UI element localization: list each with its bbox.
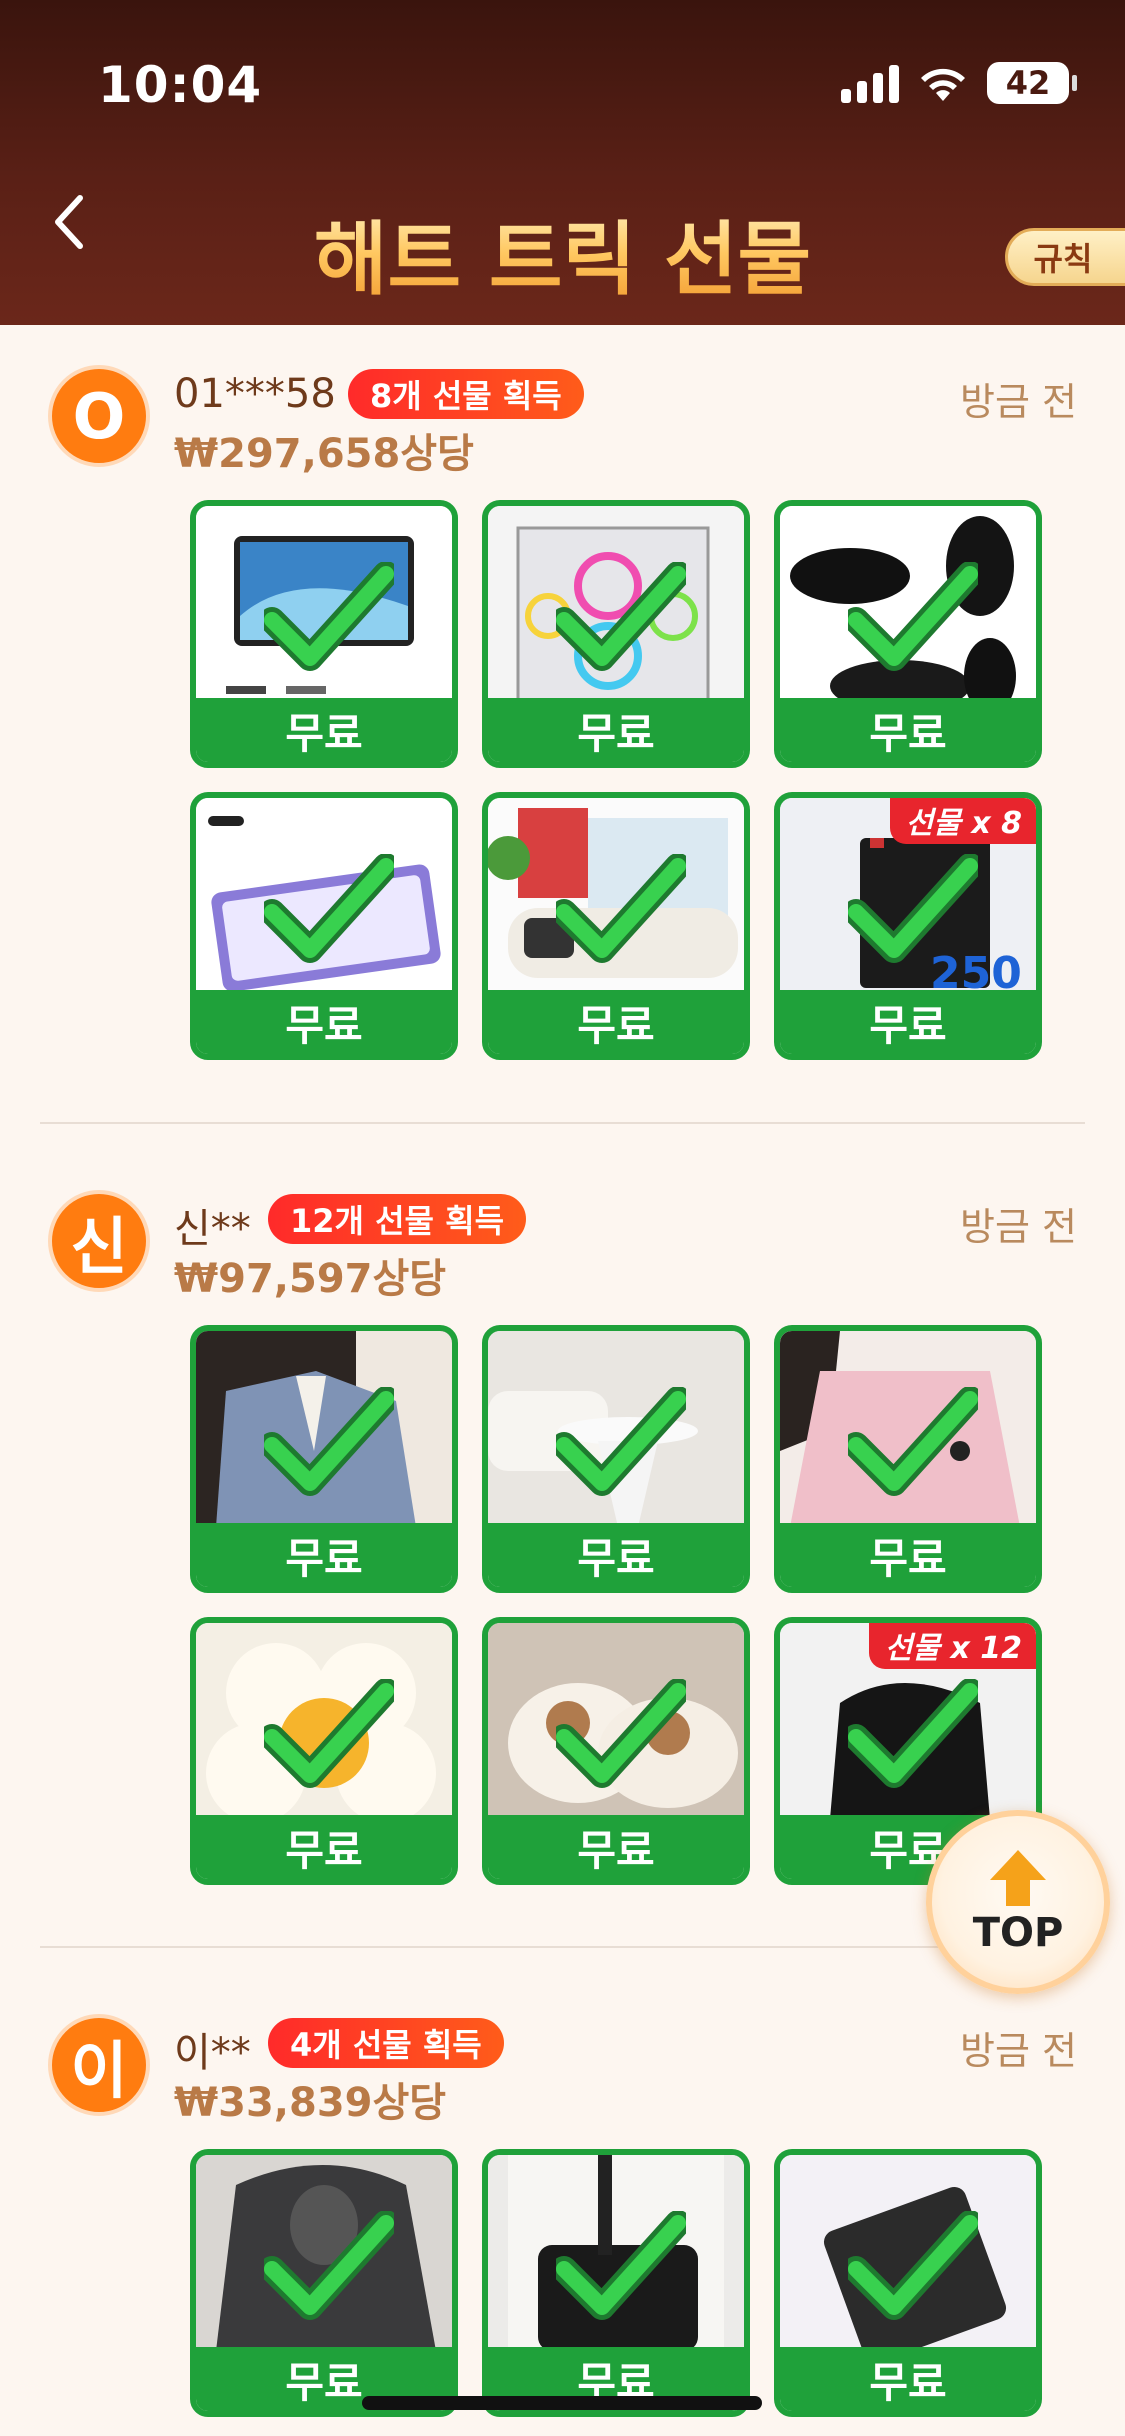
gift-value: ₩33,839상당 <box>174 2080 447 2126</box>
check-icon <box>848 2211 978 2320</box>
free-label: 무료 <box>196 1523 452 1587</box>
check-icon <box>848 1387 978 1496</box>
cellular-signal-icon <box>841 63 899 103</box>
gift-card-hoodie-blanket[interactable]: 무료 <box>190 2149 458 2417</box>
gift-card-ssd[interactable]: 250 선물 x 8 무료 <box>774 792 1042 1060</box>
gift-card-side-table[interactable]: 무료 <box>482 1325 750 1593</box>
check-icon <box>264 1679 394 1788</box>
gift-multiplier-tag: 선물 x 8 <box>889 798 1036 844</box>
timestamp: 방금 전 <box>960 1205 1077 1249</box>
gift-count-badge: 8개 선물 획득 <box>348 369 584 419</box>
check-icon <box>264 854 394 963</box>
check-icon <box>556 1387 686 1496</box>
free-label: 무료 <box>488 698 744 762</box>
free-label: 무료 <box>196 1815 452 1879</box>
gift-card-tablet[interactable]: 무료 <box>190 500 458 768</box>
gift-multiplier-tag: 선물 x 12 <box>868 1623 1036 1669</box>
check-icon <box>556 2211 686 2320</box>
wifi-icon <box>921 68 965 101</box>
timestamp: 방금 전 <box>960 2029 1077 2073</box>
check-icon <box>264 1387 394 1496</box>
gift-card-jacket[interactable]: 무료 <box>190 1325 458 1593</box>
gift-card-wallet[interactable]: 무료 <box>774 2149 1042 2417</box>
rules-button[interactable]: 규칙 <box>1005 228 1125 286</box>
gift-count-badge: 12개 선물 획득 <box>268 1194 527 1244</box>
free-label: 무료 <box>488 1523 744 1587</box>
free-label: 무료 <box>780 698 1036 762</box>
free-label: 무료 <box>780 1523 1036 1587</box>
check-icon <box>848 854 978 963</box>
gift-card-cardigan[interactable]: 무료 <box>774 1325 1042 1593</box>
scroll-to-top-button[interactable]: TOP <box>926 1810 1110 1994</box>
gift-card-keyboard[interactable]: 무료 <box>190 792 458 1060</box>
check-icon <box>556 562 686 671</box>
battery-icon: 42 <box>987 62 1077 104</box>
winner-username: 01***58 <box>174 371 336 417</box>
gift-count-badge: 4개 선물 획득 <box>268 2018 504 2068</box>
check-icon <box>264 2211 394 2320</box>
gift-card-vacuum-sealer[interactable]: 무료 <box>482 792 750 1060</box>
free-label: 무료 <box>196 698 452 762</box>
free-label: 무료 <box>780 2347 1036 2411</box>
avatar: O <box>48 365 150 467</box>
gift-card-mouse[interactable]: 무료 <box>774 500 1042 768</box>
status-time: 10:04 <box>98 56 263 114</box>
check-icon <box>848 562 978 671</box>
check-icon <box>848 1679 978 1788</box>
free-label: 무료 <box>488 990 744 1054</box>
divider <box>40 1946 1085 1948</box>
header-bar: 10:04 42 해트 트릭 선물 규칙 <box>0 0 1125 325</box>
gift-value: ₩297,658상당 <box>174 431 474 477</box>
gift-card-flower-cushion[interactable]: 무료 <box>190 1617 458 1885</box>
avatar: 이 <box>48 2014 150 2116</box>
arrow-up-icon <box>990 1850 1046 1906</box>
status-icons: 42 <box>841 62 1077 104</box>
divider <box>40 1122 1085 1124</box>
free-label: 무료 <box>196 990 452 1054</box>
gift-card-crossbody-bag[interactable]: 무료 <box>482 2149 750 2417</box>
page-title: 해트 트릭 선물 <box>0 195 1125 311</box>
check-icon <box>556 1679 686 1788</box>
avatar: 신 <box>48 1190 150 1292</box>
free-label: 무료 <box>780 990 1036 1054</box>
check-icon <box>556 854 686 963</box>
home-indicator <box>362 2396 762 2410</box>
timestamp: 방금 전 <box>960 380 1077 424</box>
check-icon <box>264 562 394 671</box>
free-label: 무료 <box>488 1815 744 1879</box>
top-label: TOP <box>972 1910 1064 1956</box>
gift-value: ₩97,597상당 <box>174 1256 447 1302</box>
gift-card-slippers[interactable]: 무료 <box>482 1617 750 1885</box>
gift-card-pc-case[interactable]: 무료 <box>482 500 750 768</box>
